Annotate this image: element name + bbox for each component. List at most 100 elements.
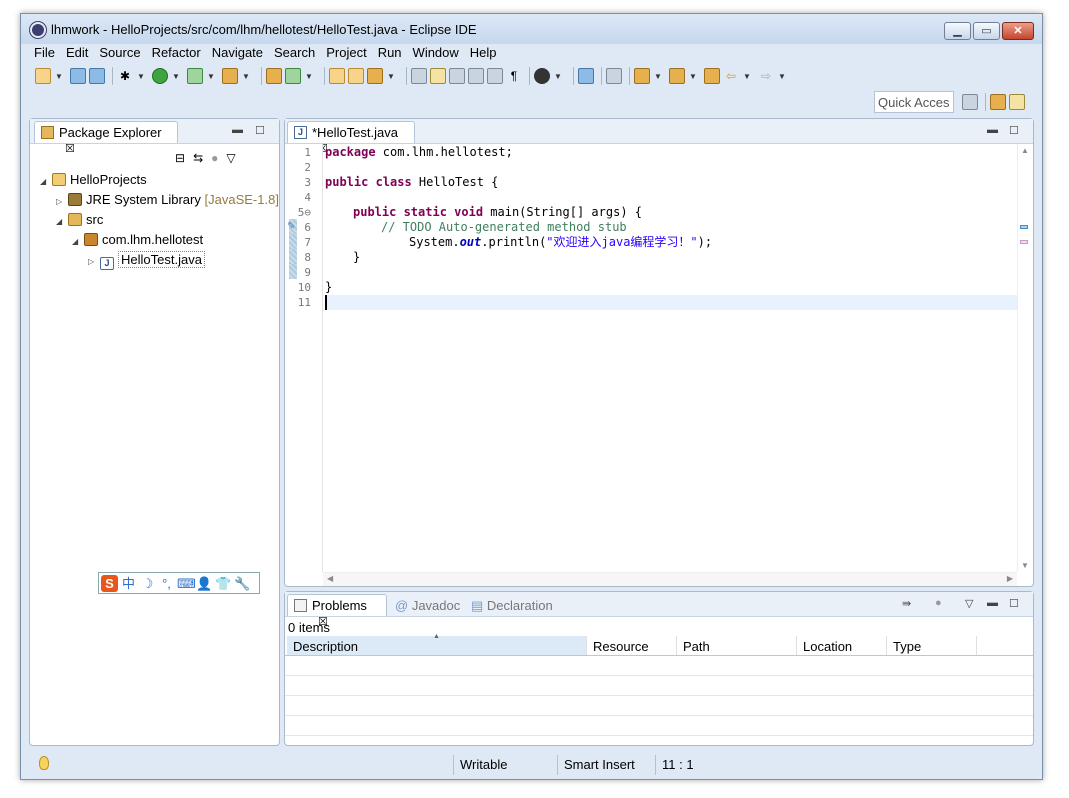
menu-run[interactable]: Run bbox=[378, 44, 402, 64]
expanded-arrow-icon[interactable]: ◢ bbox=[40, 173, 52, 191]
menu-edit[interactable]: Edit bbox=[66, 44, 88, 64]
quick-access-field[interactable] bbox=[874, 91, 954, 113]
open-task-icon[interactable] bbox=[348, 68, 364, 84]
console-icon[interactable] bbox=[578, 68, 594, 84]
expanded-arrow-icon[interactable]: ◢ bbox=[72, 233, 84, 251]
java-ee-perspective-icon[interactable] bbox=[990, 94, 1006, 110]
pin-editor-icon[interactable] bbox=[606, 68, 622, 84]
external-tools-icon[interactable] bbox=[222, 68, 238, 84]
previous-annotation-dropdown-icon[interactable]: ▼ bbox=[688, 72, 698, 81]
new-class-dropdown-icon[interactable]: ▼ bbox=[304, 72, 314, 81]
forward-icon[interactable]: ⇨ bbox=[758, 68, 774, 84]
tree-node-package[interactable]: ◢ com.lhm.hellotest bbox=[72, 231, 203, 249]
tab-package-explorer[interactable]: Package Explorer ☒ bbox=[34, 121, 178, 155]
menu-search[interactable]: Search bbox=[274, 44, 315, 64]
code-area[interactable]: package com.lhm.hellotest; public class … bbox=[325, 144, 1017, 572]
run-dropdown-icon[interactable]: ▼ bbox=[171, 72, 181, 81]
mark-occurrences-icon[interactable] bbox=[430, 68, 446, 84]
focus-icon[interactable]: ⇛ bbox=[902, 597, 911, 610]
close-tab-icon[interactable]: ☒ bbox=[65, 143, 75, 155]
menu-navigate[interactable]: Navigate bbox=[212, 44, 263, 64]
ime-keyboard-icon[interactable]: ⌨ bbox=[177, 575, 196, 592]
scroll-right-icon[interactable]: ▶ bbox=[1007, 574, 1013, 583]
column-description[interactable]: Description ▲ bbox=[287, 633, 587, 655]
minimize-button[interactable]: ▁ bbox=[944, 22, 971, 40]
word-wrap-icon[interactable] bbox=[468, 68, 484, 84]
scroll-left-icon[interactable]: ◀ bbox=[327, 574, 333, 583]
debug-dropdown-icon[interactable]: ▼ bbox=[136, 72, 146, 81]
overview-task-marker[interactable] bbox=[1020, 225, 1028, 229]
menu-help[interactable]: Help bbox=[470, 44, 497, 64]
back-icon[interactable]: ⇦ bbox=[723, 68, 739, 84]
new-class-icon[interactable] bbox=[285, 68, 301, 84]
coverage-dropdown-icon[interactable]: ▼ bbox=[206, 72, 216, 81]
ime-punctuation-icon[interactable]: °, bbox=[158, 575, 175, 592]
maximize-view-icon[interactable]: ☐ bbox=[255, 124, 265, 137]
previous-annotation-icon[interactable] bbox=[669, 68, 685, 84]
tree-node-jre[interactable]: ▷ JRE System Library [JavaSE-1.8] bbox=[56, 191, 279, 209]
ime-chinese-mode[interactable]: 中 bbox=[120, 575, 137, 592]
user-dropdown-icon[interactable]: ▼ bbox=[553, 72, 563, 81]
java-perspective-icon[interactable] bbox=[1009, 94, 1025, 110]
tree-node-java-file[interactable]: ▷ J HelloTest.java bbox=[88, 251, 205, 271]
line-number[interactable]: 5⊖ bbox=[285, 205, 311, 220]
tab-hellotest-java[interactable]: J *HelloTest.java ☒ bbox=[287, 121, 415, 155]
minimize-view-icon[interactable]: ▬ bbox=[987, 597, 998, 609]
tree-node-src[interactable]: ◢ src bbox=[56, 211, 103, 229]
menu-refactor[interactable]: Refactor bbox=[152, 44, 201, 64]
block-selection-icon[interactable] bbox=[449, 68, 465, 84]
editor-vertical-scrollbar[interactable]: ▲ ▼ bbox=[1017, 144, 1033, 572]
run-icon[interactable] bbox=[152, 68, 168, 84]
save-all-icon[interactable] bbox=[89, 68, 105, 84]
view-menu-icon[interactable]: ▽ bbox=[226, 151, 235, 165]
menu-source[interactable]: Source bbox=[99, 44, 140, 64]
open-type-icon[interactable] bbox=[329, 68, 345, 84]
minimize-view-icon[interactable]: ▬ bbox=[232, 124, 243, 136]
code-editor[interactable]: 1 2 3 4 5⊖ 6 7 8 9 10 11 ✎ package com.l… bbox=[285, 144, 1033, 586]
link-with-editor-icon[interactable]: ⇆ bbox=[193, 151, 203, 165]
tab-problems[interactable]: Problems ☒ bbox=[287, 594, 387, 628]
debug-icon[interactable]: ✱ bbox=[117, 68, 133, 84]
tree-node-project[interactable]: ◢ HelloProjects bbox=[40, 171, 147, 189]
expanded-arrow-icon[interactable]: ◢ bbox=[56, 213, 68, 231]
column-resource[interactable]: Resource bbox=[587, 636, 677, 655]
lightbulb-icon[interactable] bbox=[39, 756, 49, 770]
search-dropdown-icon[interactable]: ▼ bbox=[386, 72, 396, 81]
toggle-breadcrumb-icon[interactable] bbox=[411, 68, 427, 84]
filter-icon[interactable]: ● bbox=[211, 151, 218, 165]
show-whitespace-icon[interactable]: ¶ bbox=[506, 68, 522, 84]
collapsed-arrow-icon[interactable]: ▷ bbox=[88, 253, 100, 271]
tab-declaration[interactable]: ▤ Declaration bbox=[471, 598, 553, 614]
back-dropdown-icon[interactable]: ▼ bbox=[742, 72, 752, 81]
filter-icon[interactable]: ● bbox=[935, 597, 942, 609]
maximize-view-icon[interactable]: ☐ bbox=[1009, 124, 1019, 137]
ime-settings-icon[interactable]: 🔧 bbox=[234, 575, 251, 592]
tab-javadoc[interactable]: @ Javadoc bbox=[395, 598, 460, 613]
show-source-icon[interactable] bbox=[487, 68, 503, 84]
open-perspective-icon[interactable] bbox=[962, 94, 978, 110]
save-icon[interactable] bbox=[70, 68, 86, 84]
menu-file[interactable]: File bbox=[34, 44, 55, 64]
menu-project[interactable]: Project bbox=[326, 44, 366, 64]
maximize-view-icon[interactable]: ☐ bbox=[1009, 597, 1019, 610]
next-annotation-dropdown-icon[interactable]: ▼ bbox=[653, 72, 663, 81]
new-dropdown-icon[interactable]: ▼ bbox=[54, 72, 64, 81]
minimize-view-icon[interactable]: ▬ bbox=[987, 124, 998, 136]
view-menu-icon[interactable]: ▽ bbox=[965, 597, 973, 610]
editor-horizontal-scrollbar[interactable]: ◀ ▶ bbox=[323, 572, 1017, 586]
column-location[interactable]: Location bbox=[797, 636, 887, 655]
new-java-project-icon[interactable] bbox=[266, 68, 282, 84]
menu-window[interactable]: Window bbox=[413, 44, 459, 64]
coverage-icon[interactable] bbox=[187, 68, 203, 84]
collapsed-arrow-icon[interactable]: ▷ bbox=[56, 193, 68, 211]
ime-halfwidth-icon[interactable]: ☽ bbox=[139, 575, 156, 592]
maximize-button[interactable]: ▭ bbox=[973, 22, 1000, 40]
collapse-all-icon[interactable]: ⊟ bbox=[175, 151, 185, 165]
overview-change-marker[interactable] bbox=[1020, 240, 1028, 244]
external-tools-dropdown-icon[interactable]: ▼ bbox=[241, 72, 251, 81]
ime-user-icon[interactable]: 👤 bbox=[196, 575, 213, 592]
column-type[interactable]: Type bbox=[887, 636, 977, 655]
sogou-logo-icon[interactable]: S bbox=[101, 574, 118, 592]
close-button[interactable]: ✕ bbox=[1002, 22, 1034, 40]
scroll-up-icon[interactable]: ▲ bbox=[1021, 146, 1029, 155]
